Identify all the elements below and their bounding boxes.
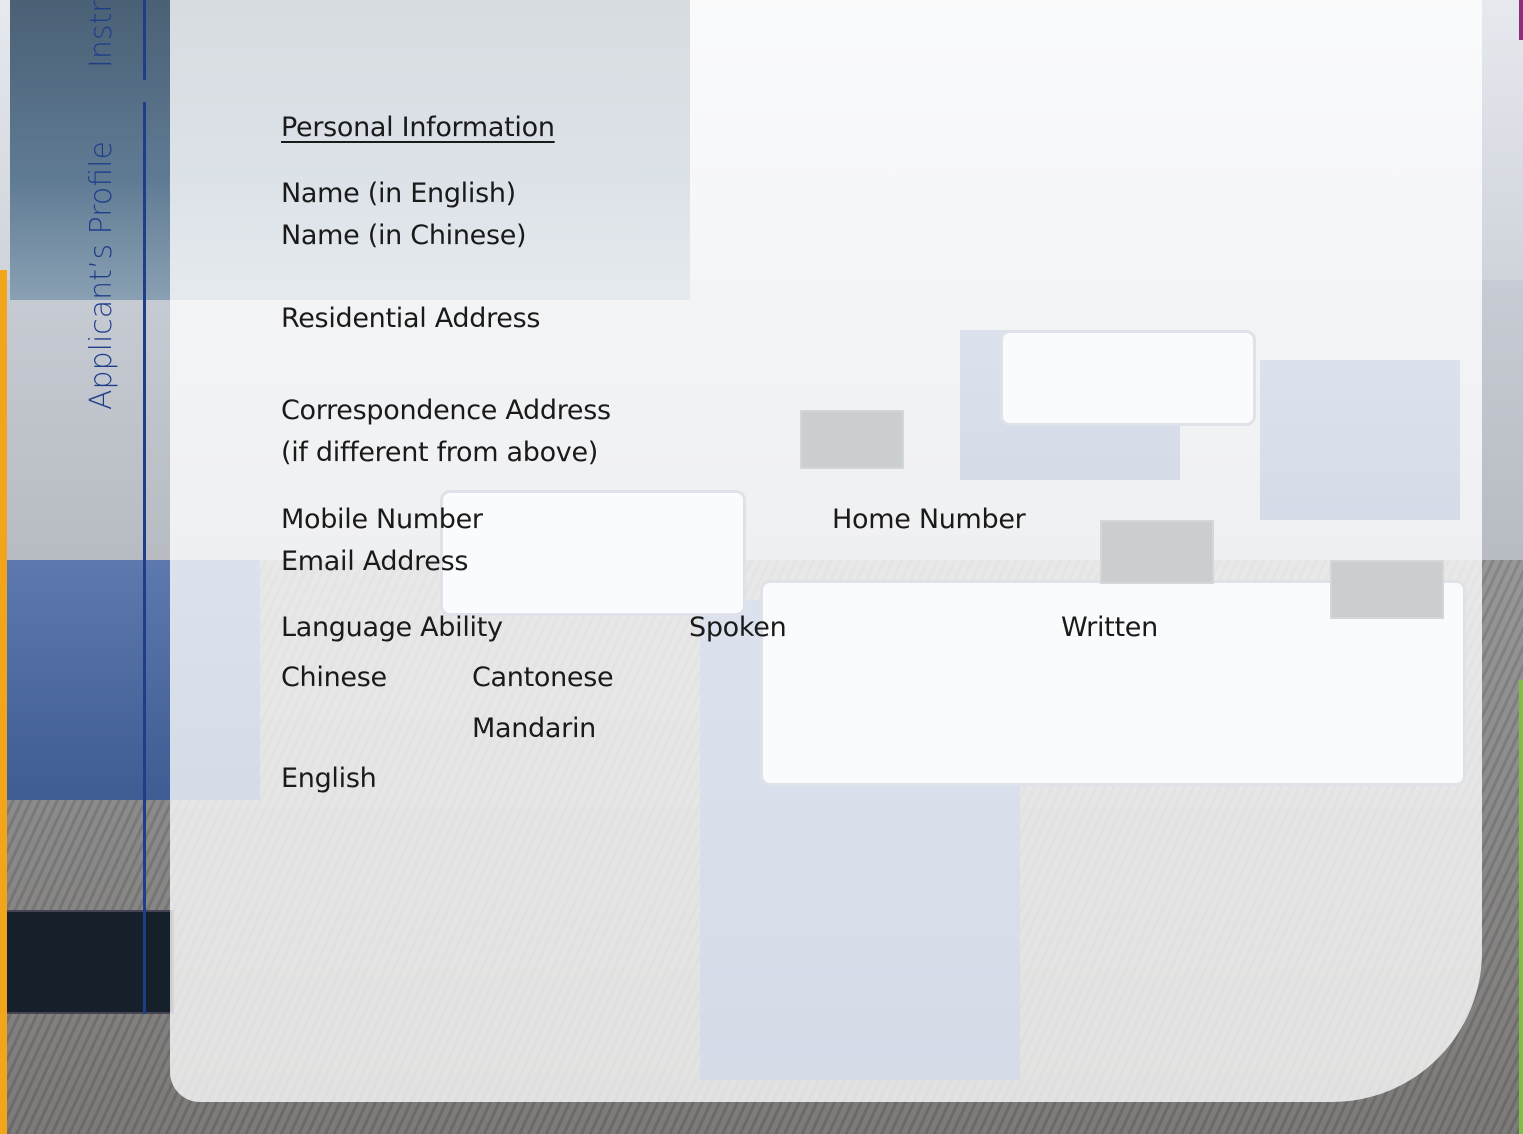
section-title: Personal Information <box>281 112 555 143</box>
orange-accent-bar <box>0 270 7 1134</box>
label-mobile-number: Mobile Number <box>281 504 483 535</box>
label-correspondence-note: (if different from above) <box>281 437 599 468</box>
label-correspondence-address: Correspondence Address <box>281 395 611 426</box>
label-chinese: Chinese <box>281 662 387 693</box>
label-mandarin: Mandarin <box>472 713 596 744</box>
tab-instructions[interactable]: Instr <box>84 0 119 68</box>
label-cantonese: Cantonese <box>472 662 614 693</box>
label-email-address: Email Address <box>281 546 469 577</box>
purple-accent-bar <box>1519 0 1523 40</box>
label-name-chinese: Name (in Chinese) <box>281 220 527 251</box>
green-accent-bar <box>1519 680 1523 1134</box>
label-residential-address: Residential Address <box>281 303 541 334</box>
label-spoken: Spoken <box>689 612 787 643</box>
tab-applicants-profile[interactable]: Applicant’s Profile <box>84 141 119 410</box>
label-written: Written <box>1061 612 1158 643</box>
tab-divider-profile <box>143 102 146 1014</box>
background-monitor <box>0 910 174 1014</box>
label-home-number: Home Number <box>832 504 1026 535</box>
tab-divider-instructions <box>143 0 146 80</box>
label-english: English <box>281 763 377 794</box>
label-language-ability: Language Ability <box>281 612 503 643</box>
label-name-english: Name (in English) <box>281 178 516 209</box>
